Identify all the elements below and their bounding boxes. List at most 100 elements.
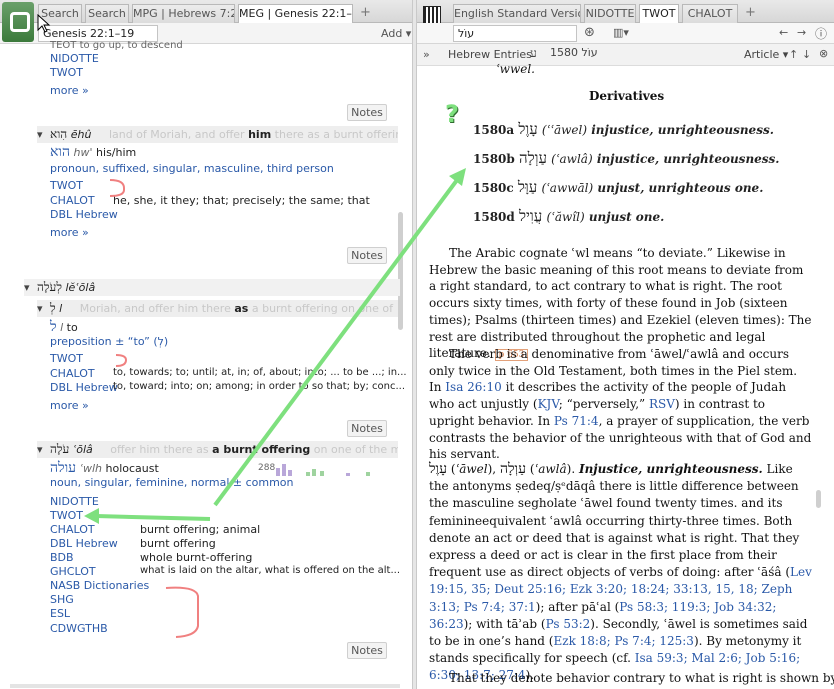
word-hebrew[interactable]: הוא — [50, 144, 70, 160]
word-header-leolah[interactable]: ▾ לְעֹלָה lĕʿōlâ — [24, 279, 400, 296]
resource-search-input[interactable] — [453, 25, 577, 42]
word-transliteration: l — [60, 321, 64, 334]
link-chalot[interactable]: CHALOT — [50, 194, 95, 207]
derivative-1580d: 1580d עֲוִיל (ʿăwîl) unjust one. — [473, 207, 665, 225]
more-link[interactable]: more » — [50, 84, 89, 97]
link-nidotte[interactable]: NIDOTTE — [50, 52, 99, 65]
panel-menu-icon[interactable]: ▥▾ — [613, 26, 629, 39]
tab-search-2[interactable]: Search — [85, 4, 129, 23]
article-label: Article — [744, 48, 780, 61]
add-tab-icon[interactable]: + — [745, 5, 756, 20]
paragraph-4: That they denote behavior contrary to wh… — [449, 671, 834, 685]
word-header-olah[interactable]: ▾ עֹלָה ʿōlâ offer him there as a burnt … — [37, 441, 398, 458]
word-gloss: his/him — [96, 146, 137, 159]
word-header-hu[interactable]: ▾ הִוא ēhû land of Moriah, and offer him… — [37, 126, 398, 143]
breadcrumb-entry[interactable]: 1580 עוֹל — [550, 46, 598, 59]
ref-rsv[interactable]: RSV — [649, 397, 675, 411]
morphology-text[interactable]: preposition ± “to” (לְ) — [50, 335, 168, 348]
chalot-gloss: he, she, it they; that; precisely; the s… — [113, 194, 370, 207]
breadcrumb: » Hebrew Entries ע 1580 עוֹל Article ▾ ↑… — [417, 44, 834, 66]
collapse-triangle-icon[interactable]: ▾ — [24, 281, 30, 294]
link-shg[interactable]: SHG — [50, 593, 74, 606]
annotation-question-mark: ? — [445, 100, 459, 128]
expand-chevron-icon[interactable]: » — [423, 48, 430, 61]
link-dbl-hebrew[interactable]: DBL Hebrew — [50, 208, 118, 221]
more-link[interactable]: more » — [50, 399, 89, 412]
back-arrow-icon[interactable]: ← — [779, 26, 788, 39]
link-bdb[interactable]: BDB — [50, 551, 74, 564]
ghclot-gloss: what is laid on the altar, what is offer… — [140, 565, 400, 576]
tab-esv[interactable]: English Standard Version — [453, 4, 581, 23]
breadcrumb-letter[interactable]: ע — [530, 46, 537, 61]
tab-meg-genesis[interactable]: MEG | Genesis 22:1–19 — [238, 4, 353, 24]
dbl-hebrew-gloss: burnt offering — [140, 537, 216, 550]
link-nidotte[interactable]: NIDOTTE — [50, 495, 99, 508]
word-header-le[interactable]: ▾ לְ l Moriah, and offer him there as a … — [37, 300, 398, 317]
collapse-triangle-icon[interactable]: ▾ — [37, 302, 43, 315]
derivative-1580b: 1580b עַוְלָה (ʿawlâ) injustice, unright… — [473, 149, 780, 167]
collapse-triangle-icon[interactable]: ▾ — [37, 443, 43, 456]
link-chalot[interactable]: CHALOT — [50, 367, 95, 380]
notes-button[interactable]: Notes — [347, 104, 387, 121]
ref-ps-71-4[interactable]: Ps 71:4 — [554, 414, 599, 428]
tab-mpg-hebrews[interactable]: MPG | Hebrews 7:27 — [132, 4, 235, 23]
sync-icon[interactable]: ⊛ — [584, 25, 595, 40]
context-after: on one of the moun — [313, 443, 398, 456]
link-cdwgthb[interactable]: CDWGTHB — [50, 622, 108, 635]
tab-nidotte[interactable]: NIDOTTE — [584, 4, 636, 23]
nav-down-icon[interactable]: ↓ — [802, 48, 811, 61]
more-link[interactable]: more » — [50, 226, 89, 239]
word-hebrew[interactable]: עולה — [50, 460, 76, 476]
add-tab-icon[interactable]: + — [360, 5, 371, 20]
context-highlight: him — [248, 128, 272, 141]
derivative-1580c: 1580c עַוָּל (ʿawwāl) unjust, unrighteou… — [473, 178, 764, 196]
link-nasb-dictionaries[interactable]: NASB Dictionaries — [50, 579, 149, 592]
context-highlight: as — [234, 302, 249, 315]
link-twot[interactable]: TWOT — [50, 509, 83, 522]
link-dbl-hebrew[interactable]: DBL Hebrew — [50, 537, 118, 550]
truncated-entry: TEOT to go up, to descend — [50, 40, 183, 51]
tab-chalot[interactable]: CHALOT — [682, 4, 738, 23]
article-dropdown[interactable]: Article ▾ — [744, 48, 788, 61]
notes-button[interactable]: Notes — [347, 247, 387, 264]
lemma-transliteration: l — [59, 302, 63, 315]
link-dbl-hebrew[interactable]: DBL Hebrew — [50, 381, 118, 394]
nav-up-icon[interactable]: ↑ — [789, 48, 798, 61]
notes-button[interactable]: Notes — [347, 420, 387, 437]
link-ghclot[interactable]: GHCLOT — [50, 565, 96, 578]
link-esl[interactable]: ESL — [50, 607, 70, 620]
add-button[interactable]: Add ▾ — [381, 27, 411, 40]
paragraph-2: The verb is a denominative from ʿāwel/ʿa… — [429, 347, 812, 462]
left-scrollbar[interactable] — [398, 212, 403, 330]
lemma-hebrew: לְעֹלָה — [37, 280, 62, 294]
left-content: TEOT to go up, to descend NIDOTTE TWOT m… — [0, 40, 407, 689]
context-highlight: a burnt offering — [212, 443, 311, 456]
word-line: הוא hw' his/him — [50, 144, 136, 161]
info-icon[interactable]: ⓘ — [815, 25, 827, 42]
morphology-text[interactable]: noun, singular, feminine, normal ± commo… — [50, 476, 294, 489]
forward-arrow-icon[interactable]: → — [797, 26, 806, 39]
lemma-transliteration: ēhû — [70, 128, 92, 141]
ref-list-4[interactable]: Ezk 18:8; Ps 7:4; 125:3 — [553, 634, 693, 648]
app-logo-icon[interactable] — [2, 2, 34, 42]
link-chalot[interactable]: CHALOT — [50, 523, 95, 536]
chalot-gloss: to, towards; to; until; at, in; of, abou… — [113, 367, 407, 378]
link-twot[interactable]: TWOT — [50, 66, 83, 79]
close-icon[interactable]: ⊗ — [819, 47, 828, 60]
lemma-hebrew: עֹלָה — [50, 442, 70, 456]
breadcrumb-hebrew-entries[interactable]: Hebrew Entries — [448, 48, 532, 61]
link-twot[interactable]: TWOT — [50, 352, 83, 365]
context-after: a burnt offering on one of — [251, 302, 394, 315]
ref-isa-26-10[interactable]: Isa 26:10 — [445, 380, 501, 394]
ref-list-3[interactable]: Ps 53:2 — [546, 617, 591, 631]
morphology-text[interactable]: pronoun, suffixed, singular, masculine, … — [50, 162, 334, 175]
collapse-triangle-icon[interactable]: ▾ — [37, 128, 43, 141]
context-text: land of Moriah, and offer — [108, 128, 245, 141]
tab-twot[interactable]: TWOT — [639, 4, 679, 24]
ref-kjv[interactable]: KJV — [538, 397, 559, 411]
link-twot[interactable]: TWOT — [50, 179, 83, 192]
notes-button[interactable]: Notes — [347, 642, 387, 659]
right-scrollbar[interactable] — [816, 490, 821, 508]
dbl-hebrew-gloss: to, toward; into; on; among; in order to… — [113, 381, 406, 392]
word-hebrew[interactable]: ל — [50, 319, 57, 335]
